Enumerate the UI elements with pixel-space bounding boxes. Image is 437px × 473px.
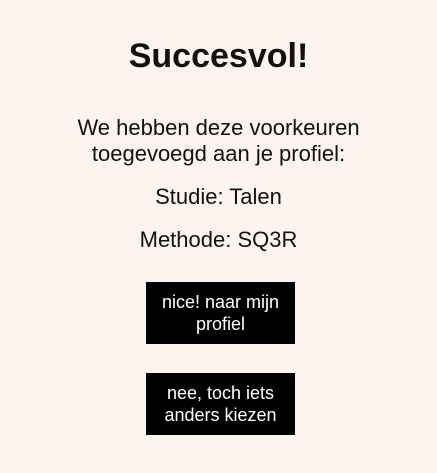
go-to-profile-button[interactable]: nice! naar mijn profiel — [146, 282, 295, 344]
confirmation-message: We hebben deze voorkeuren toegevoegd aan… — [77, 115, 360, 166]
preference-method: Methode: SQ3R — [139, 227, 298, 252]
choose-something-else-button[interactable]: nee, toch iets anders kiezen — [146, 373, 295, 435]
success-page: Succesvol! We hebben deze voorkeuren toe… — [0, 0, 437, 473]
preference-study: Studie: Talen — [155, 184, 282, 209]
page-title: Succesvol! — [128, 37, 309, 75]
